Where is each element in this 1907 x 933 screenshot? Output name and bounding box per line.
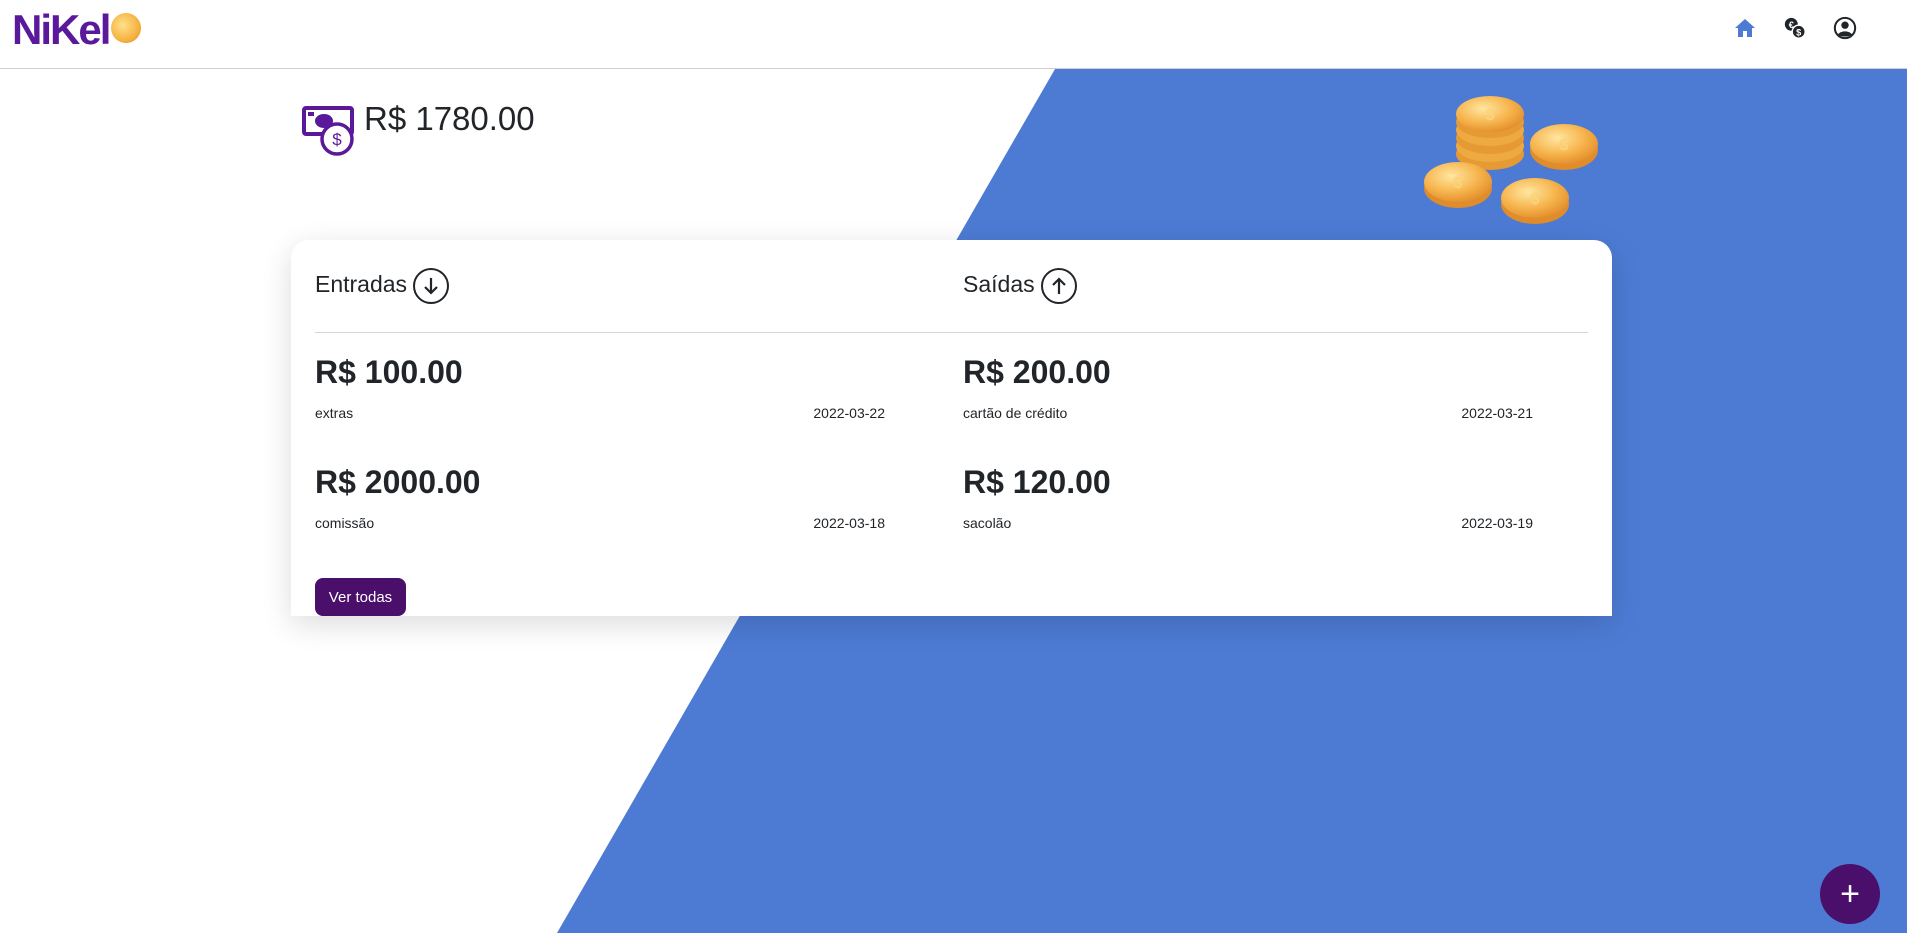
balance-amount: R$ 1780.00 xyxy=(364,100,535,137)
coins-illustration: $ $ $ $ xyxy=(1424,96,1598,224)
logo-text: NiKel xyxy=(12,6,111,53)
saida-amount: R$ 200.00 xyxy=(963,354,1111,390)
nav-icons: € $ xyxy=(1733,16,1857,40)
add-transaction-button[interactable]: + xyxy=(1820,864,1880,924)
saidas-header: Saídas xyxy=(963,266,1077,304)
transactions-card: Entradas Saídas R$ 100.00 extras 2022-03… xyxy=(291,240,1612,616)
plus-icon: + xyxy=(1840,874,1860,913)
entrada-amount: R$ 2000.00 xyxy=(315,464,481,500)
user-icon[interactable] xyxy=(1833,16,1857,40)
saida-description: sacolão xyxy=(963,515,1012,531)
entrada-amount: R$ 100.00 xyxy=(315,354,463,390)
nikel-logo[interactable]: NiKel xyxy=(12,6,142,54)
entradas-title: Entradas xyxy=(315,270,408,297)
svg-text:$: $ xyxy=(1486,107,1495,124)
view-all-button[interactable]: Ver todas xyxy=(315,578,406,616)
svg-text:$: $ xyxy=(332,130,342,149)
balance-display: $ R$ 1780.00 xyxy=(302,98,535,158)
arrow-down-icon xyxy=(413,268,450,304)
saida-amount: R$ 120.00 xyxy=(963,464,1111,500)
money-transfer-icon[interactable]: € $ xyxy=(1783,16,1807,40)
entrada-item: R$ 100.00 extras 2022-03-22 xyxy=(315,354,885,421)
entradas-header: Entradas xyxy=(315,266,450,304)
arrow-up-icon xyxy=(1040,268,1077,304)
navbar: NiKel € $ xyxy=(0,0,1907,69)
svg-text:$: $ xyxy=(1454,175,1463,192)
saidas-title: Saídas xyxy=(963,270,1035,297)
saida-description: cartão de crédito xyxy=(963,405,1068,421)
entrada-date: 2022-03-18 xyxy=(813,515,885,531)
saida-date: 2022-03-21 xyxy=(1461,405,1533,421)
saida-item: R$ 200.00 cartão de crédito 2022-03-21 xyxy=(963,354,1533,421)
entrada-description: comissão xyxy=(315,515,375,531)
entrada-item: R$ 2000.00 comissão 2022-03-18 xyxy=(315,464,885,531)
entrada-date: 2022-03-22 xyxy=(813,405,885,421)
saida-item: R$ 120.00 sacolão 2022-03-19 xyxy=(963,464,1533,531)
svg-text:$: $ xyxy=(1560,137,1569,154)
saida-date: 2022-03-19 xyxy=(1461,515,1533,531)
svg-text:$: $ xyxy=(1531,191,1540,208)
money-icon: $ xyxy=(302,106,354,156)
svg-text:$: $ xyxy=(1796,27,1801,37)
home-icon[interactable] xyxy=(1733,16,1757,40)
entrada-description: extras xyxy=(315,405,354,421)
logo-coin-icon xyxy=(111,13,142,43)
header-divider xyxy=(315,332,1588,333)
